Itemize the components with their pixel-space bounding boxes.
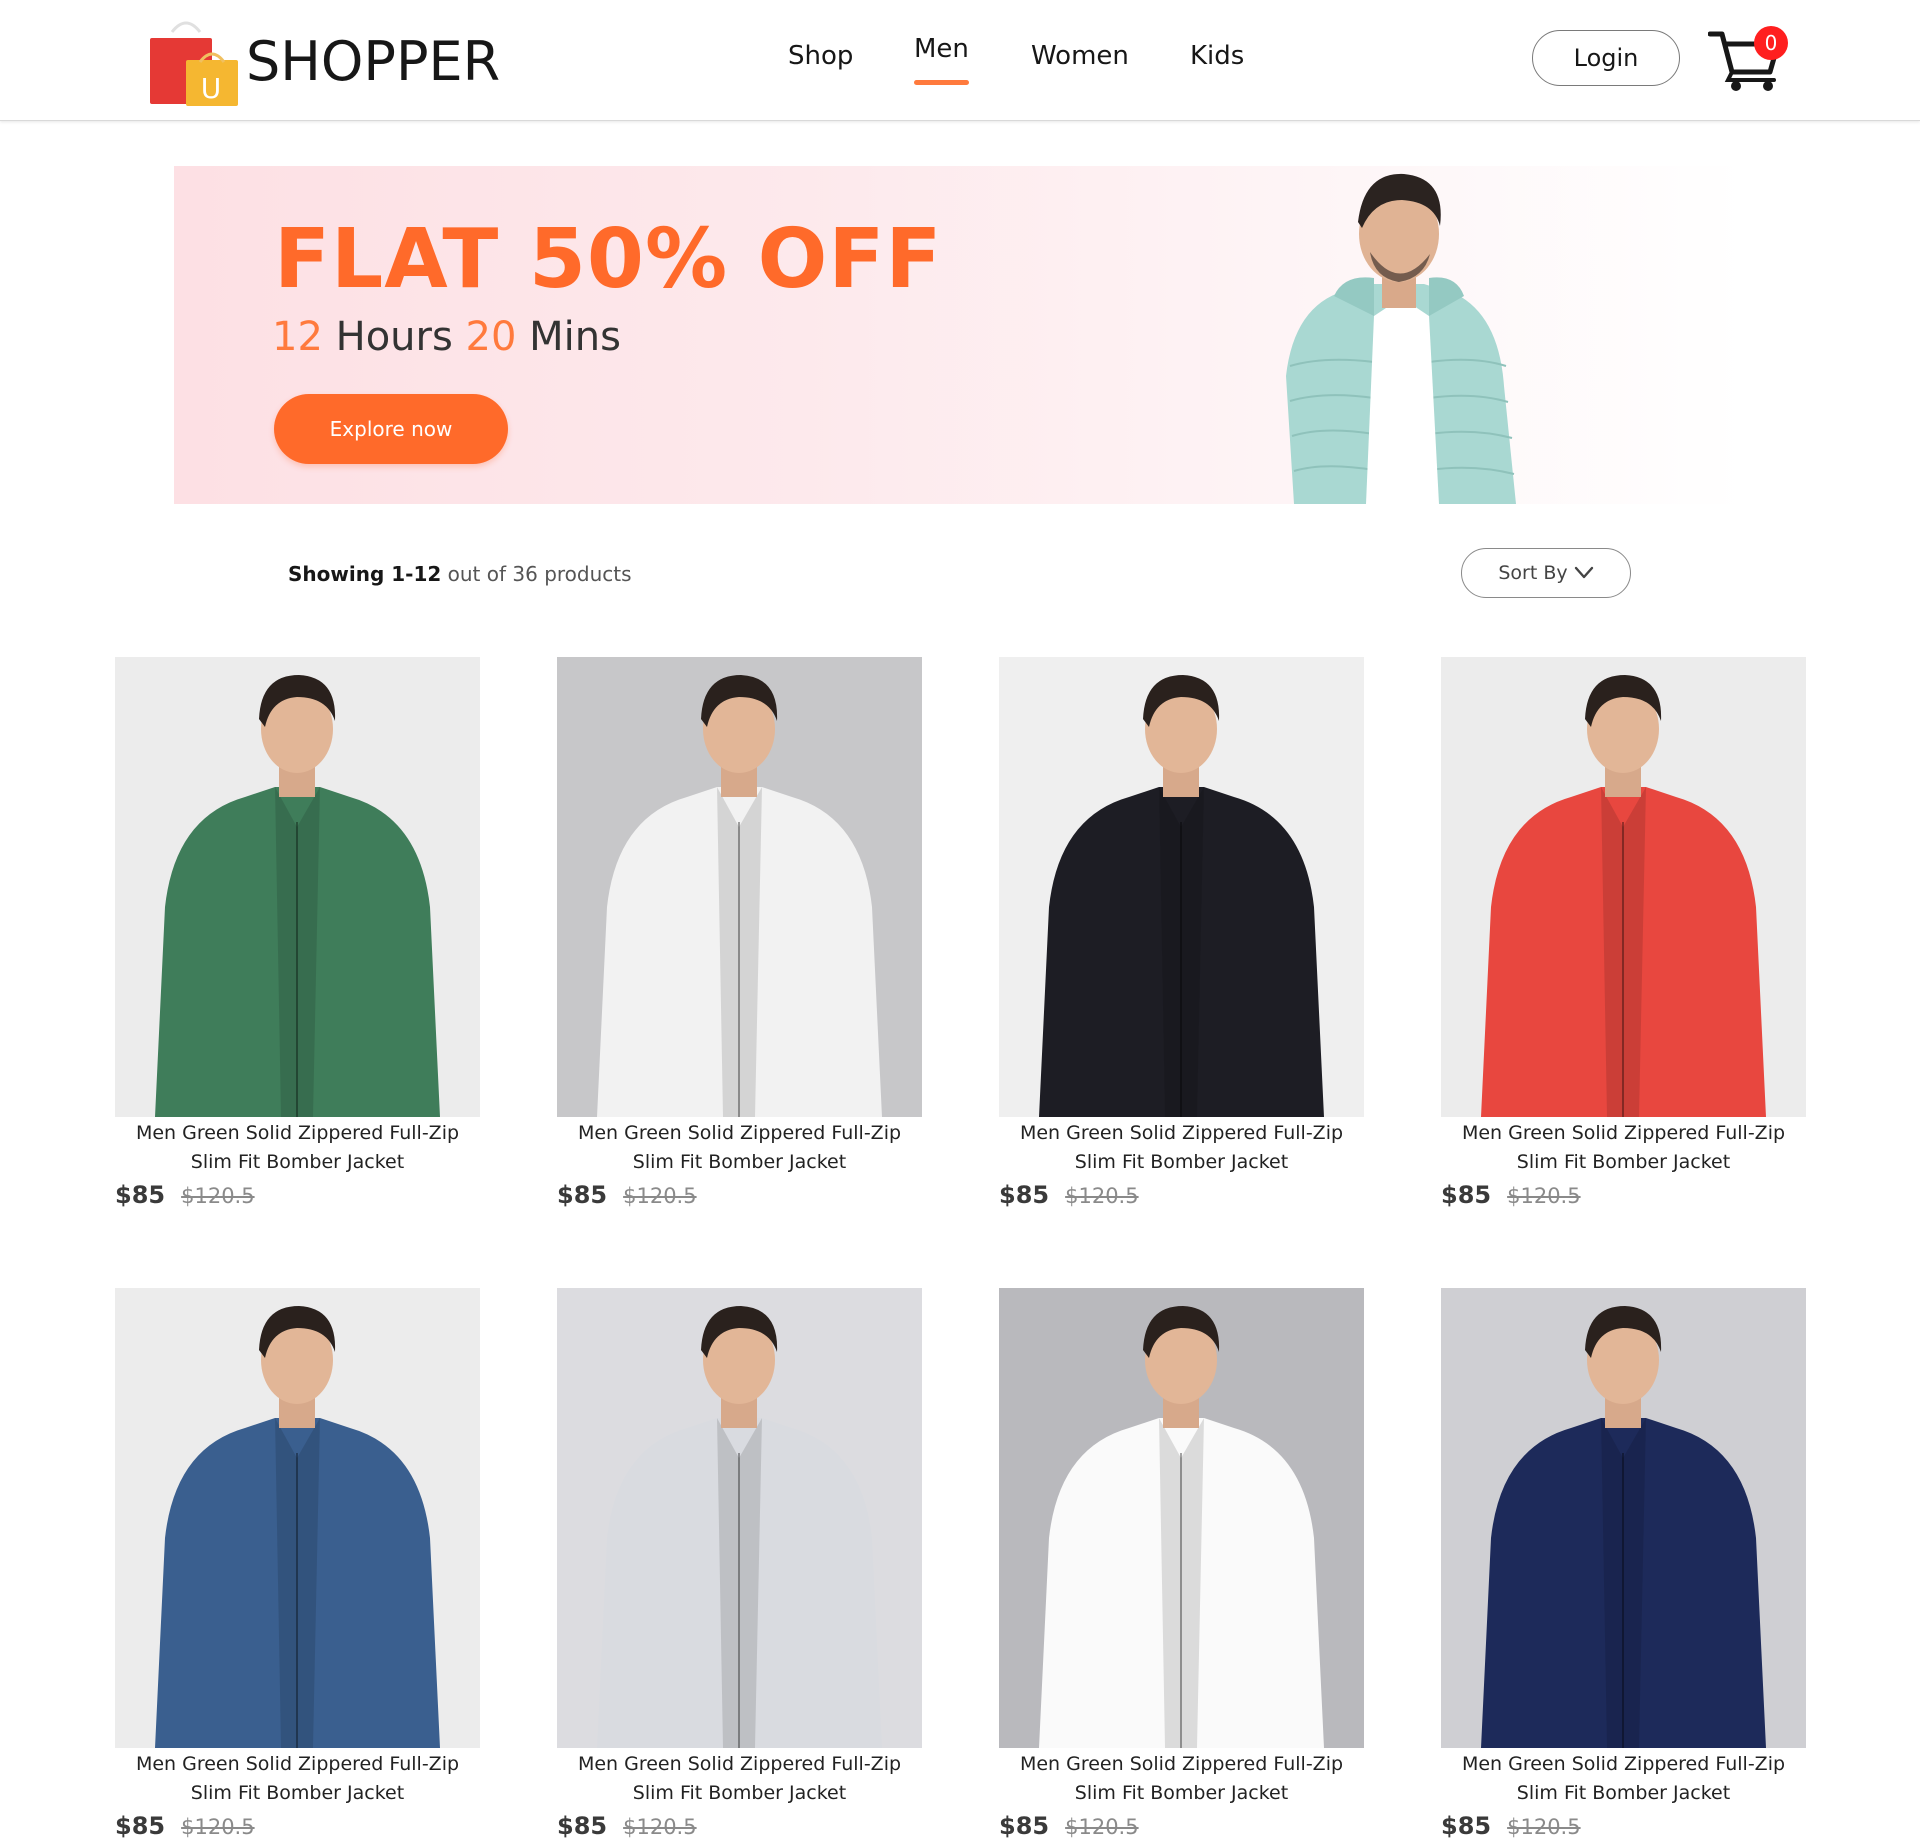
product-name[interactable]: Men Green Solid Zippered Full-Zip Slim F… xyxy=(557,1750,922,1808)
product-image[interactable] xyxy=(115,657,480,1117)
cart-button[interactable]: 0 xyxy=(1707,26,1788,92)
product-card[interactable]: Men Green Solid Zippered Full-Zip Slim F… xyxy=(1441,657,1806,1209)
sort-label: Sort By xyxy=(1498,562,1568,584)
product-name[interactable]: Men Green Solid Zippered Full-Zip Slim F… xyxy=(1441,1750,1806,1808)
nav-item-label: Shop xyxy=(788,41,854,71)
product-name[interactable]: Men Green Solid Zippered Full-Zip Slim F… xyxy=(999,1119,1364,1177)
results-total: out of 36 products xyxy=(447,562,632,586)
product-name[interactable]: Men Green Solid Zippered Full-Zip Slim F… xyxy=(557,1119,922,1177)
nav-item-men[interactable]: Men xyxy=(914,34,969,85)
navbar: U SHOPPER Shop Men Women Kids Login 0 xyxy=(0,0,1920,121)
product-name[interactable]: Men Green Solid Zippered Full-Zip Slim F… xyxy=(1441,1119,1806,1177)
hero-model-image xyxy=(1286,173,1516,504)
product-old-price: $120.5 xyxy=(623,1815,697,1839)
product-image[interactable] xyxy=(115,1288,480,1748)
product-image[interactable] xyxy=(999,657,1364,1117)
product-old-price: $120.5 xyxy=(181,1184,255,1208)
product-price: $85 xyxy=(999,1812,1050,1840)
hero-countdown: 12 Hours 20 Mins xyxy=(272,314,621,360)
product-price: $85 xyxy=(999,1181,1050,1209)
product-prices: $85 $120.5 xyxy=(115,1812,480,1840)
product-card[interactable]: Men Green Solid Zippered Full-Zip Slim F… xyxy=(1441,1288,1806,1840)
product-card[interactable]: Men Green Solid Zippered Full-Zip Slim F… xyxy=(557,1288,922,1840)
product-price: $85 xyxy=(1441,1812,1492,1840)
product-card[interactable]: Men Green Solid Zippered Full-Zip Slim F… xyxy=(115,1288,480,1840)
hero-banner: FLAT 50% OFF 12 Hours 20 Mins Explore no… xyxy=(174,166,1746,504)
product-old-price: $120.5 xyxy=(181,1815,255,1839)
product-name[interactable]: Men Green Solid Zippered Full-Zip Slim F… xyxy=(115,1119,480,1177)
product-prices: $85 $120.5 xyxy=(557,1812,922,1840)
results-count: Showing 1-12 out of 36 products xyxy=(288,562,632,586)
countdown-mins-label: Mins xyxy=(529,314,621,360)
product-price: $85 xyxy=(1441,1181,1492,1209)
product-prices: $85 $120.5 xyxy=(1441,1181,1806,1209)
product-prices: $85 $120.5 xyxy=(1441,1812,1806,1840)
cart-count-badge: 0 xyxy=(1754,26,1788,60)
explore-now-button[interactable]: Explore now xyxy=(274,394,508,464)
product-prices: $85 $120.5 xyxy=(557,1181,922,1209)
brand-logo[interactable]: U SHOPPER xyxy=(148,16,500,106)
product-image[interactable] xyxy=(1441,657,1806,1117)
login-button[interactable]: Login xyxy=(1532,30,1680,86)
product-old-price: $120.5 xyxy=(1507,1815,1581,1839)
product-image[interactable] xyxy=(1441,1288,1806,1748)
hero-title: FLAT 50% OFF xyxy=(274,212,943,307)
logo-letter: U xyxy=(201,72,222,105)
product-old-price: $120.5 xyxy=(1065,1184,1139,1208)
product-prices: $85 $120.5 xyxy=(115,1181,480,1209)
product-image[interactable] xyxy=(999,1288,1364,1748)
countdown-hours-label: Hours xyxy=(335,314,453,360)
countdown-mins: 20 xyxy=(465,314,517,360)
nav-item-women[interactable]: Women xyxy=(1031,41,1129,71)
product-image[interactable] xyxy=(557,1288,922,1748)
product-card[interactable]: Men Green Solid Zippered Full-Zip Slim F… xyxy=(115,657,480,1209)
product-price: $85 xyxy=(557,1181,608,1209)
sort-by-button[interactable]: Sort By xyxy=(1461,548,1631,598)
product-card[interactable]: Men Green Solid Zippered Full-Zip Slim F… xyxy=(999,657,1364,1209)
shopping-bag-icon: U xyxy=(148,16,240,106)
nav-item-label: Men xyxy=(914,34,969,64)
product-card[interactable]: Men Green Solid Zippered Full-Zip Slim F… xyxy=(999,1288,1364,1840)
product-price: $85 xyxy=(115,1812,166,1840)
nav-item-kids[interactable]: Kids xyxy=(1190,41,1244,71)
nav-item-label: Women xyxy=(1031,41,1129,71)
product-old-price: $120.5 xyxy=(1065,1815,1139,1839)
product-name[interactable]: Men Green Solid Zippered Full-Zip Slim F… xyxy=(999,1750,1364,1808)
product-old-price: $120.5 xyxy=(1507,1184,1581,1208)
nav-item-label: Kids xyxy=(1190,41,1245,71)
product-price: $85 xyxy=(557,1812,608,1840)
product-name[interactable]: Men Green Solid Zippered Full-Zip Slim F… xyxy=(115,1750,480,1808)
product-price: $85 xyxy=(115,1181,166,1209)
countdown-hours: 12 xyxy=(272,314,323,360)
product-prices: $85 $120.5 xyxy=(999,1181,1364,1209)
results-range: Showing 1-12 xyxy=(288,562,442,586)
product-image[interactable] xyxy=(557,657,922,1117)
product-card[interactable]: Men Green Solid Zippered Full-Zip Slim F… xyxy=(557,657,922,1209)
chevron-down-icon xyxy=(1574,566,1593,579)
product-prices: $85 $120.5 xyxy=(999,1812,1364,1840)
active-nav-underline xyxy=(914,80,969,85)
product-old-price: $120.5 xyxy=(623,1184,697,1208)
brand-name: SHOPPER xyxy=(246,29,501,93)
nav-item-shop[interactable]: Shop xyxy=(788,41,853,71)
